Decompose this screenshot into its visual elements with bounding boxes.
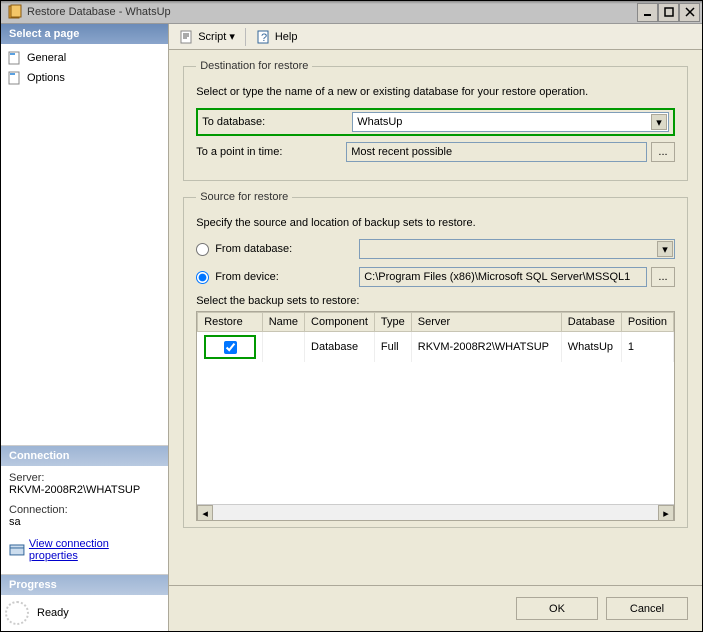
minimize-button[interactable] <box>637 3 658 22</box>
restore-database-window: Restore Database - WhatsUp Select a page… <box>0 0 703 632</box>
table-row[interactable]: Database Full RKVM-2008R2\WHATSUP WhatsU… <box>198 332 674 363</box>
col-position[interactable]: Position <box>621 313 673 332</box>
help-button[interactable]: ? Help <box>252 27 302 47</box>
sidebar-item-label: Options <box>27 72 65 84</box>
source-note: Specify the source and location of backu… <box>196 217 675 229</box>
server-label: Server: <box>9 472 160 484</box>
scroll-track[interactable] <box>213 505 658 520</box>
cell-database: WhatsUp <box>561 332 621 363</box>
page-icon <box>7 50 23 66</box>
help-icon: ? <box>256 29 272 45</box>
destination-legend: Destination for restore <box>196 60 312 72</box>
dropdown-arrow-icon[interactable]: ▾ <box>657 241 673 257</box>
properties-icon <box>9 542 25 558</box>
sidebar: Select a page General Options Connection… <box>1 24 169 631</box>
from-device-radio[interactable] <box>196 271 209 284</box>
connection-value: sa <box>9 516 160 528</box>
source-groupbox: Source for restore Specify the source an… <box>183 191 688 528</box>
script-button[interactable]: Script ▾ <box>175 27 239 47</box>
destination-groupbox: Destination for restore Select or type t… <box>183 60 688 181</box>
col-server[interactable]: Server <box>411 313 561 332</box>
from-device-field: C:\Program Files (x86)\Microsoft SQL Ser… <box>359 267 647 287</box>
toolbar: Script ▾ ? Help <box>169 24 702 50</box>
progress-header: Progress <box>1 575 168 595</box>
window-title: Restore Database - WhatsUp <box>27 6 637 18</box>
cell-name <box>262 332 304 363</box>
point-in-time-browse-button[interactable]: ... <box>651 142 675 162</box>
view-connection-properties[interactable]: View connection properties <box>9 536 160 564</box>
connection-header: Connection <box>1 446 168 466</box>
dialog-footer: OK Cancel <box>169 585 702 631</box>
dropdown-arrow-icon[interactable]: ▾ <box>651 114 667 130</box>
cell-position: 1 <box>621 332 673 363</box>
app-icon <box>7 4 23 20</box>
cell-component: Database <box>305 332 375 363</box>
select-page-header: Select a page <box>1 24 168 44</box>
ok-button[interactable]: OK <box>516 597 598 620</box>
from-database-label: From database: <box>215 243 359 255</box>
col-component[interactable]: Component <box>305 313 375 332</box>
destination-note: Select or type the name of a new or exis… <box>196 86 675 98</box>
col-name[interactable]: Name <box>262 313 304 332</box>
col-database[interactable]: Database <box>561 313 621 332</box>
connection-label: Connection: <box>9 504 160 516</box>
main-panel: Script ▾ ? Help Destination for restore … <box>169 24 702 631</box>
sidebar-item-general[interactable]: General <box>7 48 162 68</box>
view-connection-properties-link[interactable]: View connection properties <box>29 538 160 562</box>
col-type[interactable]: Type <box>374 313 411 332</box>
svg-text:?: ? <box>261 32 267 44</box>
from-database-combo[interactable]: ▾ <box>359 239 675 259</box>
cell-type: Full <box>374 332 411 363</box>
to-database-combo[interactable]: WhatsUp ▾ <box>352 112 669 132</box>
script-icon <box>179 29 195 45</box>
source-legend: Source for restore <box>196 191 292 203</box>
progress-status: Ready <box>37 607 69 619</box>
titlebar: Restore Database - WhatsUp <box>1 1 702 24</box>
horizontal-scrollbar[interactable]: ◂ ▸ <box>197 504 674 520</box>
restore-checkbox[interactable] <box>224 341 237 354</box>
server-value: RKVM-2008R2\WHATSUP <box>9 484 160 496</box>
point-in-time-label: To a point in time: <box>196 146 346 158</box>
point-in-time-field: Most recent possible <box>346 142 647 162</box>
progress-spinner-icon <box>5 601 29 625</box>
close-button[interactable] <box>679 3 700 22</box>
sidebar-item-label: General <box>27 52 66 64</box>
page-icon <box>7 70 23 86</box>
sidebar-item-options[interactable]: Options <box>7 68 162 88</box>
to-database-value: WhatsUp <box>357 116 402 128</box>
col-restore[interactable]: Restore <box>198 313 263 332</box>
grid-header-row: Restore Name Component Type Server Datab… <box>198 313 674 332</box>
backup-sets-grid[interactable]: Restore Name Component Type Server Datab… <box>196 311 675 521</box>
scroll-left-button[interactable]: ◂ <box>197 505 213 521</box>
cell-server: RKVM-2008R2\WHATSUP <box>411 332 561 363</box>
from-device-label: From device: <box>215 271 359 283</box>
maximize-button[interactable] <box>658 3 679 22</box>
select-backup-sets-label: Select the backup sets to restore: <box>196 295 675 307</box>
from-database-radio[interactable] <box>196 243 209 256</box>
dropdown-arrow-icon: ▾ <box>229 30 235 43</box>
to-database-label: To database: <box>202 116 352 128</box>
from-device-browse-button[interactable]: ... <box>651 267 675 287</box>
scroll-right-button[interactable]: ▸ <box>658 505 674 521</box>
cancel-button[interactable]: Cancel <box>606 597 688 620</box>
